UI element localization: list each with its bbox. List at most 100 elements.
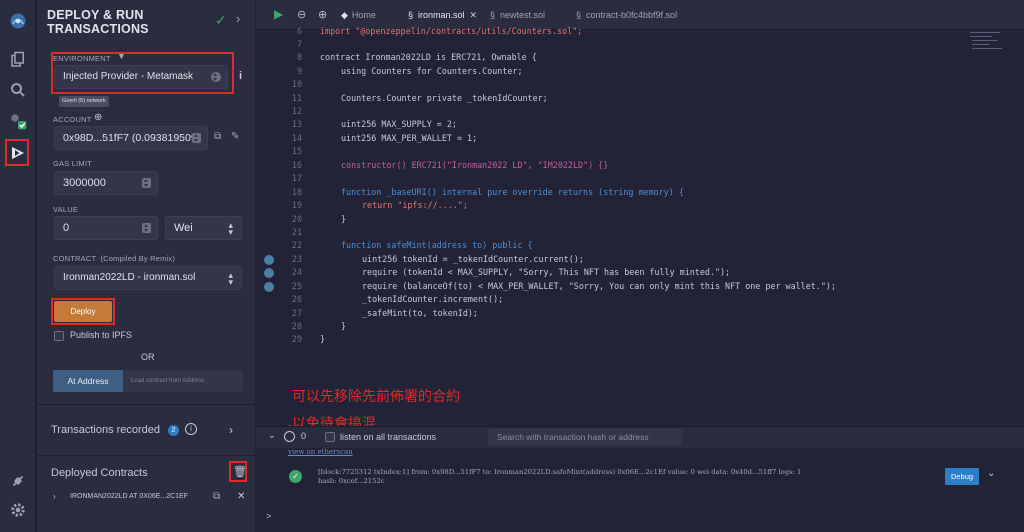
success-check-icon: ✓ [289, 470, 302, 483]
tx-line2: hash: 0xcef...2152c [318, 477, 385, 485]
environment-select[interactable]: Injected Provider - Metamask [54, 65, 228, 89]
gas-spin-icon[interactable] [142, 178, 151, 188]
transactions-chevron-icon[interactable]: › [229, 423, 233, 437]
remix-logo-icon[interactable] [5, 8, 31, 34]
code-line: 17 [291, 173, 302, 183]
deploy-run-panel: DEPLOY & RUN TRANSACTIONS ✓ › ENVIRONMEN… [37, 0, 255, 532]
value-input[interactable]: 0 [54, 216, 158, 240]
breakpoint-marker[interactable] [264, 268, 274, 278]
deployed-close-icon[interactable]: ✕ [237, 491, 245, 502]
tab-close-icon[interactable]: ✕ [470, 10, 478, 20]
tab-newtest-label: newtest.sol [500, 10, 546, 20]
code-line: 11 Counters.Counter private _tokenIdCount… [256, 92, 966, 105]
deployed-copy-icon[interactable]: ⧉ [213, 491, 220, 502]
terminal[interactable]: view on etherscan ✓ [block:7725312 txInd… [256, 448, 1024, 532]
code-line: 29} [256, 333, 966, 346]
file-s-icon: § [408, 10, 414, 20]
panel-divider [37, 404, 255, 405]
search-icon[interactable] [5, 77, 31, 103]
account-label: ACCOUNT [53, 115, 92, 124]
unit-select[interactable]: Wei ▴ ▾ [165, 216, 242, 240]
zoom-in-icon[interactable]: ⊕ [318, 8, 327, 21]
code-line: 28} [256, 320, 966, 333]
minimap-line [972, 44, 990, 45]
copy-icon[interactable]: ⧉ [214, 131, 221, 142]
terminal-toolbar: ⌄ 0 listen on all transactions Search wi… [256, 426, 1024, 448]
plugin-manager-icon[interactable] [5, 468, 31, 494]
code-text: } [341, 214, 347, 224]
info-icon[interactable]: i [239, 70, 242, 82]
code-text: _safeMint(to, tokenId); [362, 308, 478, 318]
info-circle-icon[interactable]: i [185, 423, 197, 435]
check-icon: ✓ [215, 12, 227, 28]
publish-ipfs-checkbox[interactable] [54, 331, 64, 341]
transaction-search-input[interactable]: Search with transaction hash or address [488, 429, 682, 446]
contract-label-text: CONTRACT [53, 254, 97, 263]
panel-title-line2: TRANSACTIONS [47, 22, 149, 36]
listen-checkbox[interactable] [325, 432, 335, 442]
code-line: 22 function safeMint(address to) public { [256, 239, 966, 252]
code-line: 8 contract Ironman2022LD is ERC721, Ownab… [256, 51, 966, 64]
transactions-count-badge: 2 [168, 425, 179, 436]
etherscan-link[interactable]: view on etherscan [288, 448, 353, 456]
deploy-button[interactable]: Deploy [54, 301, 112, 322]
transactions-recorded-label[interactable]: Transactions recorded [51, 424, 160, 436]
code-text: Counters.Counter private _tokenIdCounter… [341, 93, 548, 103]
deployed-item-label[interactable]: IRONMAN2022LD AT 0X06E...2C1EF [70, 493, 188, 500]
add-account-icon[interactable]: ⊕ [94, 112, 102, 123]
minimap-line [970, 36, 992, 37]
chevron-right-icon[interactable]: › [236, 11, 240, 26]
deployed-item-chevron-icon[interactable]: › [53, 492, 56, 501]
terminal-prompt[interactable]: > [266, 511, 271, 521]
code-text: } [320, 334, 326, 344]
settings-gear-icon[interactable] [5, 497, 31, 523]
code-line: 10 [291, 79, 302, 89]
breakpoint-marker[interactable] [264, 282, 274, 292]
code-line: 20} [256, 213, 966, 226]
code-text: function _baseURI() internal pure overri… [341, 187, 684, 197]
run-icon[interactable]: ▶ [274, 7, 283, 21]
code-text: return "ipfs://...."; [362, 200, 468, 210]
deploy-run-icon[interactable] [5, 140, 31, 166]
edit-icon[interactable]: ✎ [231, 131, 239, 142]
code-text: uint256 MAX_PER_WALLET = 1; [341, 133, 478, 143]
gas-limit-value: 3000000 [63, 177, 106, 189]
code-line: 7 [296, 39, 302, 49]
code-line: 6 import "@openzeppelin/contracts/utils/C… [256, 25, 966, 38]
code-line: 27 _safeMint(to, tokenId); [256, 307, 966, 320]
value-label: VALUE [53, 205, 79, 214]
clear-console-icon[interactable] [284, 431, 295, 442]
publish-ipfs-label: Publish to IPFS [70, 330, 133, 340]
remix-ide: DEPLOY & RUN TRANSACTIONS ✓ › ENVIRONMEN… [0, 0, 1024, 532]
value-spin-icon[interactable] [142, 223, 151, 233]
file-explorer-icon[interactable] [5, 47, 31, 73]
tab-contract-label: contract-b0fc4bbf9f.sol [586, 10, 678, 20]
breakpoint-marker[interactable] [264, 255, 274, 265]
debug-button[interactable]: Debug [945, 468, 979, 485]
code-text: } [341, 321, 347, 331]
collapse-chevron-icon[interactable]: ⌄ [268, 430, 276, 441]
minimap[interactable] [966, 30, 1024, 210]
code-editor[interactable]: 6 import "@openzeppelin/contracts/utils/C… [256, 26, 966, 361]
listen-label: listen on all transactions [340, 432, 437, 442]
code-text: function safeMint(address to) public { [341, 240, 533, 250]
minimap-line [972, 48, 1002, 49]
minimap-line [972, 40, 998, 41]
code-line: 25 require (balanceOf(to) < MAX_PER_WALLE… [256, 280, 966, 293]
gas-limit-input[interactable]: 3000000 [54, 171, 158, 195]
code-line: 18 function _baseURI() internal pure over… [256, 186, 966, 199]
gas-limit-label: GAS LIMIT [53, 159, 92, 168]
at-address-button[interactable]: At Address [53, 370, 123, 392]
load-contract-input[interactable]: Load contract from Address [123, 370, 243, 392]
compiler-icon[interactable] [5, 108, 31, 134]
contract-select[interactable]: Ironman2022LD - ironman.sol ▴ ▾ [54, 266, 242, 290]
unit-value: Wei [174, 222, 193, 234]
zoom-out-icon[interactable]: ⊖ [297, 8, 306, 21]
trash-icon[interactable]: 🗑 [233, 465, 247, 478]
code-text: import "@openzeppelin/contracts/utils/Co… [320, 26, 583, 36]
contract-label: CONTRACT (Compiled By Remix) [53, 254, 175, 263]
expand-chevron-icon[interactable]: ⌄ [987, 468, 995, 479]
account-select[interactable]: 0x98D...51fF7 (0.093819509 [54, 126, 208, 150]
code-line: 15 [291, 146, 302, 156]
tx-line1: [block:7725312 txIndex:1] from: 0x98D...… [318, 468, 802, 476]
